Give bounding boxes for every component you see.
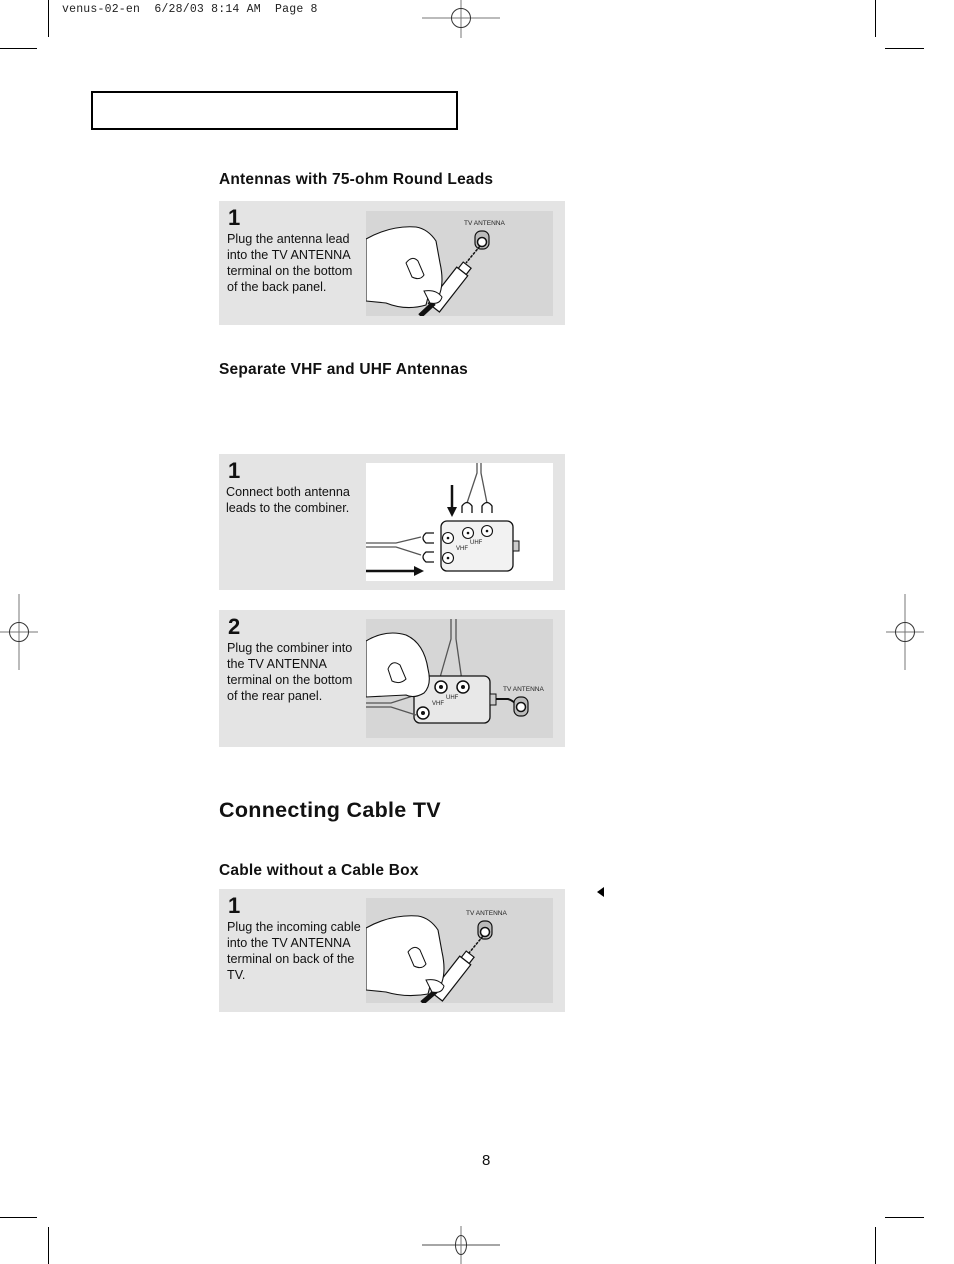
- step-number: 1: [228, 893, 241, 918]
- vhf-label: VHF: [456, 546, 468, 552]
- crop-mark: [885, 48, 924, 49]
- crop-mark: [48, 1227, 49, 1264]
- page-marker-triangle-icon: [597, 887, 604, 897]
- section-heading-cable-tv: Connecting Cable TV: [219, 798, 441, 822]
- step-text: Plug the incoming cable into the TV ANTE…: [227, 920, 361, 982]
- crop-mark: [0, 48, 37, 49]
- registration-mark-icon: [0, 594, 38, 670]
- crop-mark: [875, 0, 876, 37]
- tv-antenna-label: TV ANTENNA: [503, 686, 544, 693]
- tv-antenna-label: TV ANTENNA: [466, 910, 507, 917]
- section-heading-75ohm: Antennas with 75-ohm Round Leads: [219, 171, 494, 188]
- section-heading-vhf-uhf: Separate VHF and UHF Antennas: [219, 361, 468, 378]
- crop-mark: [885, 1217, 924, 1218]
- step-card: 1 Plug the antenna lead into the TV ANTE…: [219, 201, 565, 325]
- antenna-plug-illustration: TV ANTENNA: [366, 211, 553, 316]
- combiner-illustration: VHF UHF: [366, 463, 553, 581]
- step-text: Plug the combiner into the TV ANTENNA te…: [227, 641, 353, 703]
- registration-mark-icon: [422, 0, 500, 38]
- combiner-to-tv-illustration: VHF UHF TV ANTENNA: [366, 619, 553, 738]
- step-number: 2: [228, 614, 241, 639]
- tv-antenna-label: TV ANTENNA: [464, 220, 505, 227]
- registration-mark-icon: [886, 594, 924, 670]
- step-card: 2 Plug the combiner into the TV ANTENNA …: [219, 610, 565, 747]
- header-frame: [91, 91, 458, 130]
- printer-slug: venus-02-en 6/28/03 8:14 AM Page 8: [62, 3, 318, 16]
- step-text: Connect both antenna leads to the combin…: [226, 485, 350, 515]
- uhf-label: UHF: [470, 540, 483, 546]
- subsection-heading-no-cable-box: Cable without a Cable Box: [219, 862, 419, 879]
- uhf-label: UHF: [446, 695, 459, 701]
- vhf-label: VHF: [432, 701, 444, 707]
- crop-mark: [875, 1227, 876, 1264]
- cable-plug-illustration: TV ANTENNA: [366, 898, 553, 1003]
- step-text: Plug the antenna lead into the TV ANTENN…: [227, 232, 353, 294]
- step-card: 1 Connect both antenna leads to the comb…: [219, 454, 565, 590]
- step-number: 1: [228, 205, 241, 230]
- registration-mark-icon: [422, 1226, 500, 1264]
- page-number: 8: [482, 1152, 491, 1169]
- step-number: 1: [228, 458, 241, 483]
- crop-mark: [48, 0, 49, 37]
- step-card: 1 Plug the incoming cable into the TV AN…: [219, 889, 565, 1012]
- crop-mark: [0, 1217, 37, 1218]
